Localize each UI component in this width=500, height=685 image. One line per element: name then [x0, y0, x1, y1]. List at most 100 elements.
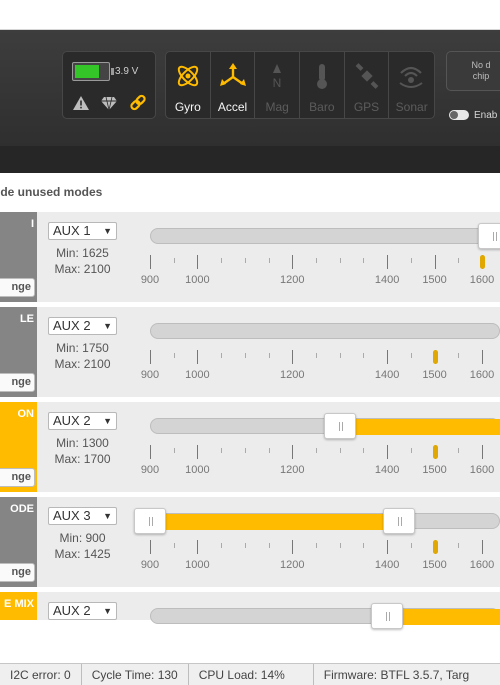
scale-tick	[316, 353, 317, 358]
scale-label: 1600	[469, 559, 495, 571]
scale-tick	[173, 353, 175, 358]
scale-label: 1200	[280, 464, 305, 476]
scale-tick	[244, 353, 246, 358]
sensor-sonar: Sonar	[389, 52, 434, 118]
scale-tick	[197, 255, 199, 269]
aux-channel-select[interactable]: AUX 2 ▼	[48, 317, 117, 335]
battery-panel: 3.9 V	[62, 51, 156, 119]
sensor-label: Accel	[217, 100, 248, 114]
diamond-icon	[101, 96, 117, 111]
top-strip	[0, 0, 500, 30]
link-icon	[130, 94, 146, 111]
scale-label: 1500	[422, 559, 447, 571]
scale-tick	[197, 540, 199, 554]
scale-tick	[292, 255, 294, 269]
scale-tick	[482, 445, 483, 459]
mode-name-cell: ODE nge	[0, 497, 37, 587]
range-min-handle[interactable]	[323, 413, 356, 439]
aux-channel-select[interactable]: AUX 1 ▼	[48, 222, 117, 240]
aux-channel-value: AUX 2	[53, 413, 91, 428]
mode-name-cell: Inge	[0, 212, 37, 302]
scale-tick	[173, 543, 175, 548]
svg-text:N: N	[273, 76, 282, 90]
add-range-button[interactable]: nge	[0, 373, 35, 392]
scale-label: 1200	[280, 274, 305, 286]
range-slider-track[interactable]	[150, 323, 500, 339]
scale-label: 1400	[374, 559, 400, 571]
add-range-button[interactable]: nge	[0, 563, 35, 582]
scale-tick	[363, 543, 365, 548]
scale-label: 1000	[185, 369, 210, 381]
range-max-label: Max: 2100	[54, 262, 111, 276]
cycle-time: Cycle Time: 130	[82, 664, 189, 685]
scale-tick	[292, 350, 294, 364]
chevron-down-icon: ▼	[103, 321, 112, 331]
scale-tick	[458, 258, 460, 263]
scale-tick	[410, 258, 412, 263]
scale-tick	[387, 540, 389, 554]
scale-tick	[173, 258, 175, 263]
firmware-info: Firmware: BTFL 3.5.7, Targ	[323, 668, 470, 682]
scale-tick	[387, 445, 389, 459]
channel-value-marker	[480, 255, 485, 269]
scale-tick	[434, 255, 436, 269]
mode-row: ODE nge AUX 3 ▼ Min: 900 Max: 1425 900 1000 1200…	[0, 497, 500, 587]
mode-name-cell: LE nge	[0, 307, 37, 397]
accel-icon	[219, 63, 246, 86]
sensor-gyro: Gyro	[166, 52, 211, 118]
hide-unused-modes-label[interactable]: ide unused modes	[0, 185, 102, 199]
scale-label: 1000	[185, 559, 210, 571]
range-max-handle[interactable]	[383, 508, 415, 534]
channel-value-marker	[432, 540, 438, 554]
gyro-icon	[177, 65, 199, 87]
aux-channel-select[interactable]: AUX 2 ▼	[48, 602, 117, 620]
aux-channel-select[interactable]: AUX 2 ▼	[48, 412, 117, 430]
scale-tick	[339, 353, 341, 358]
scale-tick	[363, 448, 365, 453]
sensor-gps: GPS	[345, 52, 390, 118]
scale-tick	[316, 448, 317, 453]
chevron-down-icon: ▼	[103, 416, 112, 426]
status-bar: I2C error: 0 Cycle Time: 130 CPU Load: 1…	[0, 663, 500, 685]
scale-tick	[410, 543, 412, 548]
scale-tick	[316, 543, 317, 548]
aux-channel-select[interactable]: AUX 3 ▼	[48, 507, 117, 525]
aux-channel-value: AUX 1	[53, 223, 91, 238]
warning-icon	[73, 96, 89, 110]
scale-label: 1400	[374, 464, 400, 476]
battery-voltage: 3.9 V	[115, 66, 139, 77]
battery-level-fill	[75, 65, 100, 78]
baro-icon	[317, 64, 328, 89]
sonar-icon	[399, 66, 423, 88]
chevron-down-icon: ▼	[103, 226, 112, 236]
scale-label: 1000	[185, 464, 210, 476]
scale-tick	[173, 448, 175, 453]
scale-label: 1600	[469, 274, 495, 286]
sensor-panel: Gyro Accel N Mag Baro GPS Sonar	[165, 51, 435, 119]
scale-tick	[197, 350, 199, 364]
scale-tick	[292, 445, 294, 459]
i2c-error-count: I2C error: 0	[0, 664, 82, 685]
mode-row: E MIX AUX 2 ▼	[0, 592, 500, 629]
scale-tick	[221, 543, 223, 548]
range-fill	[150, 514, 399, 530]
channel-value-marker	[432, 445, 438, 459]
scale-label: 1200	[280, 369, 305, 381]
range-min-handle[interactable]	[134, 508, 166, 534]
add-range-button[interactable]: nge	[0, 468, 35, 487]
range-min-label: Min: 1750	[56, 341, 109, 355]
scale-tick	[387, 350, 389, 364]
range-min-handle[interactable]	[477, 223, 500, 249]
range-slider-track[interactable]	[150, 228, 500, 244]
expert-mode-toggle[interactable]	[449, 110, 469, 120]
scale-tick	[268, 543, 270, 548]
mode-row: Inge AUX 1 ▼ Min: 1625 Max: 2100 900 1000 1200 1…	[0, 212, 500, 302]
scale-label: 1000	[185, 274, 210, 286]
scale-tick	[363, 258, 365, 263]
scale-tick	[316, 258, 317, 263]
scale-tick	[268, 258, 270, 263]
range-min-handle[interactable]	[371, 603, 404, 629]
range-max-label: Max: 1425	[54, 547, 111, 561]
add-range-button[interactable]: nge	[0, 278, 35, 297]
mode-name: E MIX	[4, 598, 34, 610]
